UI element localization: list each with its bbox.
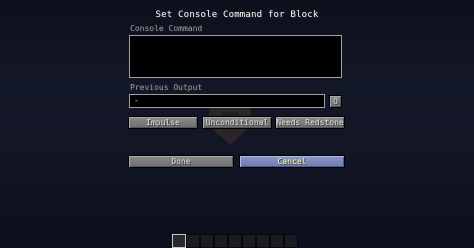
hotbar-slot[interactable] (284, 234, 298, 248)
hotbar-slot[interactable] (200, 234, 214, 248)
hotbar-slot[interactable] (270, 234, 284, 248)
hotbar (172, 234, 298, 248)
hotbar-slot[interactable] (228, 234, 242, 248)
page-title: Set Console Command for Block (155, 10, 319, 20)
mode-button[interactable]: Impulse (128, 116, 198, 129)
previous-output-field: - (129, 94, 325, 108)
console-command-label: Console Command (130, 24, 203, 33)
hotbar-slot[interactable] (186, 234, 200, 248)
hotbar-slot[interactable] (214, 234, 228, 248)
cancel-button[interactable]: Cancel (239, 155, 345, 168)
redstone-button[interactable]: Needs Redstone (275, 116, 345, 129)
hotbar-slot[interactable] (242, 234, 256, 248)
done-button[interactable]: Done (128, 155, 234, 168)
previous-output-label: Previous Output (130, 83, 203, 92)
hotbar-slot[interactable] (172, 234, 186, 248)
condition-button[interactable]: Unconditional (202, 116, 272, 129)
hotbar-slot[interactable] (256, 234, 270, 248)
console-command-input[interactable] (129, 35, 342, 78)
toggle-output-button[interactable]: O (329, 95, 342, 108)
